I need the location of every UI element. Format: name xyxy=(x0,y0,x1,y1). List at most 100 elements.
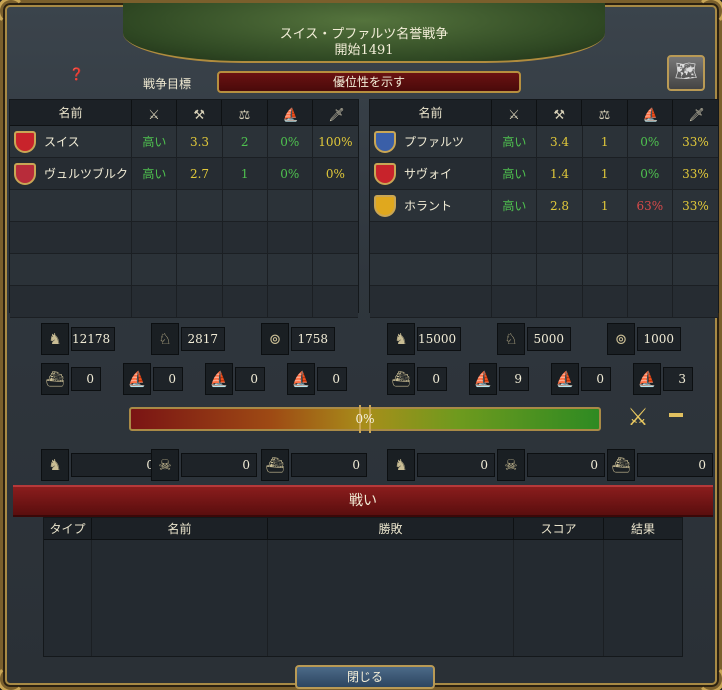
participant-stat: 高い xyxy=(132,158,178,189)
sword-icon: 🗡 xyxy=(688,108,705,123)
participant-stat: 3.4 xyxy=(537,126,583,157)
corner-ornament xyxy=(0,0,25,25)
table-row[interactable]: サヴォイ 高い 1.4 1 0% 33% xyxy=(370,158,718,190)
table-row xyxy=(370,222,718,254)
column-name: 名前 xyxy=(10,100,132,125)
title-banner: スイス・プファルツ名誉戦争 開始1491 xyxy=(123,3,605,63)
ship-loss-icon: ⛴ xyxy=(607,449,635,481)
crossed-axes-icon: ⚒ xyxy=(537,100,583,125)
participant-stat: 高い xyxy=(492,126,538,157)
country-name: プファルツ xyxy=(404,135,465,149)
battles-body xyxy=(44,540,682,656)
cavalry-icon: ♘ xyxy=(151,323,179,355)
country-flag-icon[interactable] xyxy=(374,131,396,153)
country-flag-icon[interactable] xyxy=(14,163,36,185)
column-type[interactable]: タイプ xyxy=(44,518,92,539)
participant-stat: 高い xyxy=(492,158,538,189)
heavy-ship-icon: ⛴ xyxy=(41,363,69,395)
transport-icon: ⛵ xyxy=(633,363,661,395)
skull-icon: ☠ xyxy=(497,449,525,481)
column-score[interactable]: スコア xyxy=(514,518,604,539)
war-goal-label: 戦争目標 xyxy=(143,77,192,91)
participant-stat: 0% xyxy=(628,126,673,157)
scales-icon: ⚖ xyxy=(222,100,268,125)
crossed-swords-icon: ⚔ xyxy=(492,100,538,125)
country-flag-icon[interactable] xyxy=(374,163,396,185)
participant-stat: 1 xyxy=(223,158,268,189)
corner-ornament xyxy=(697,0,722,25)
light-ship-icon: ⛵ xyxy=(123,363,151,395)
country-name: ヴュルツブルク xyxy=(44,167,129,181)
transport-icon: ⛵ xyxy=(287,363,315,395)
fleet-icon: ⛵ xyxy=(628,100,673,125)
battles-header: タイプ 名前 勝敗 スコア 結果 xyxy=(44,518,682,540)
participant-name: ホラント xyxy=(370,190,493,221)
table-header: 名前 ⚔ ⚒ ⚖ ⛵ 🗡 xyxy=(370,100,718,126)
war-score-bar[interactable]: 0% xyxy=(129,405,601,433)
table-row xyxy=(10,222,358,254)
corner-ornament xyxy=(697,665,722,690)
participant-stat: 100% xyxy=(318,135,353,149)
table-row xyxy=(370,286,718,318)
infantry-icon: ♞ xyxy=(387,323,415,355)
fleet-icon: ⛵ xyxy=(268,100,313,125)
map-icon[interactable]: 🗺 xyxy=(667,55,705,91)
column-name[interactable]: 名前 xyxy=(92,518,268,539)
column-name: 名前 xyxy=(370,100,492,125)
country-flag-icon[interactable] xyxy=(374,195,396,217)
ship-loss-icon: ⛴ xyxy=(261,449,289,481)
galley-icon: ⛵ xyxy=(205,363,233,395)
war-score-value: 0% xyxy=(355,412,375,426)
crossed-axes-icon: ⚒ xyxy=(177,100,223,125)
country-name: ホラント xyxy=(404,199,453,213)
participant-stat: 1 xyxy=(583,126,628,157)
crossed-swords-icon: ⚔ xyxy=(132,100,178,125)
galley-icon: ⛵ xyxy=(551,363,579,395)
battles-table: タイプ 名前 勝敗 スコア 結果 xyxy=(43,517,683,657)
participant-stat: 0% xyxy=(628,158,673,189)
battles-title: 戦い xyxy=(13,485,713,517)
participant-stat: 3.3 xyxy=(177,126,223,157)
scales-icon: ⚖ xyxy=(582,100,628,125)
table-header: 名前 ⚔ ⚒ ⚖ ⛵ 🗡 xyxy=(10,100,358,126)
country-name: スイス xyxy=(44,135,80,149)
participant-stat: 1 xyxy=(583,158,628,189)
table-row xyxy=(10,190,358,222)
table-row[interactable]: ホラント 高い 2.8 1 63% 33% xyxy=(370,190,718,222)
column-result[interactable]: 勝敗 xyxy=(268,518,514,539)
cavalry-icon: ♘ xyxy=(497,323,525,355)
table-row xyxy=(10,286,358,318)
close-button[interactable]: 閉じる xyxy=(295,665,435,689)
participant-stat: 2 xyxy=(223,126,268,157)
infantry-loss-icon: ♞ xyxy=(41,449,69,481)
attackers-table: 名前 ⚔ ⚒ ⚖ ⛵ 🗡 スイス 高い 3.3 2 0% 100% ヴュルツブルク 高い 2.7… xyxy=(9,99,359,318)
heavy-ship-icon: ⛴ xyxy=(387,363,415,395)
defenders-table: 名前 ⚔ ⚒ ⚖ ⛵ 🗡 プファルツ 高い 3.4 1 0% 33% サヴォイ 高い 1.4 1 0… xyxy=(369,99,719,318)
war-goal-value[interactable]: 優位性を示す xyxy=(217,71,521,93)
table-row xyxy=(370,254,718,286)
participant-stat: 2.8 xyxy=(537,190,583,221)
participant-name: ヴュルツブルク xyxy=(10,158,133,189)
participant-stat: 0% xyxy=(268,126,313,157)
column-outcome[interactable]: 結果 xyxy=(604,518,682,539)
table-row xyxy=(10,254,358,286)
help-icon[interactable]: ❓ xyxy=(69,67,84,81)
table-row[interactable]: プファルツ 高い 3.4 1 0% 33% xyxy=(370,126,718,158)
participant-stat: 高い xyxy=(492,190,538,221)
country-name: サヴォイ xyxy=(404,167,453,181)
country-flag-icon[interactable] xyxy=(14,131,36,153)
light-ship-icon: ⛵ xyxy=(469,363,497,395)
skull-icon: ☠ xyxy=(151,449,179,481)
participant-stat: 0% xyxy=(325,167,345,181)
participant-stat: 0% xyxy=(268,158,313,189)
participant-name: スイス xyxy=(10,126,133,157)
table-row[interactable]: ヴュルツブルク 高い 2.7 1 0% 0% xyxy=(10,158,358,190)
war-start-date: 開始1491 xyxy=(334,43,394,58)
table-row[interactable]: スイス 高い 3.3 2 0% 100% xyxy=(10,126,358,158)
sword-icon: 🗡 xyxy=(328,108,345,123)
participant-stat: 高い xyxy=(132,126,178,157)
participant-stat: 63% xyxy=(628,190,673,221)
participant-stat: 33% xyxy=(682,167,709,181)
participant-stat: 33% xyxy=(682,135,709,149)
war-window: スイス・プファルツ名誉戦争 開始1491 ❓ 戦争目標 優位性を示す 🗺 名前 … xyxy=(0,0,722,690)
